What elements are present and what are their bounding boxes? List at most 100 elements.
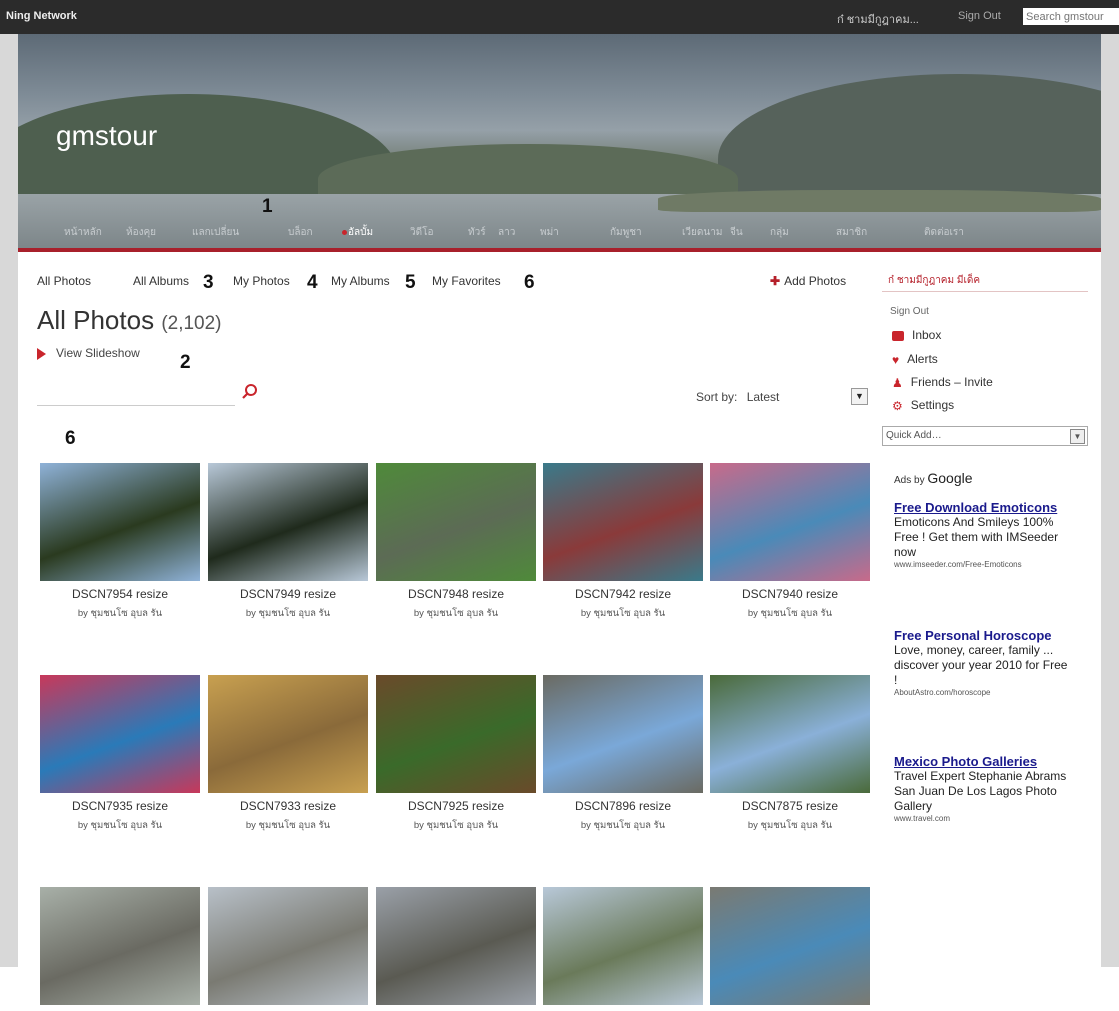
top-search-input[interactable] <box>1023 8 1119 25</box>
chevron-down-icon[interactable]: ▼ <box>1070 429 1085 444</box>
view-slideshow-label: View Slideshow <box>56 346 140 360</box>
add-photos-button[interactable]: ✚ Add Photos <box>770 274 846 288</box>
sidebar-sign-out-link[interactable]: Sign Out <box>890 306 929 317</box>
photo-thumbnail[interactable] <box>710 675 870 793</box>
ad-url[interactable]: www.travel.com <box>894 814 1074 823</box>
photo-title[interactable]: DSCN7948 resize <box>376 587 536 601</box>
photo-card[interactable]: DSCN7925 resize by ชุมชนโซ อุบล รัน <box>376 675 536 833</box>
nav-item[interactable]: บล็อก <box>288 225 313 240</box>
photo-thumbnail[interactable] <box>543 887 703 1005</box>
annotation-number: 6 <box>65 428 76 449</box>
nav-item[interactable]: สมาชิก <box>836 225 867 240</box>
photo-title[interactable]: DSCN7954 resize <box>40 587 200 601</box>
photo-title[interactable]: DSCN7896 resize <box>543 799 703 813</box>
photo-title[interactable]: DSCN7942 resize <box>543 587 703 601</box>
photo-thumbnail[interactable] <box>543 463 703 581</box>
photo-thumbnail[interactable] <box>40 887 200 1005</box>
photo-thumbnail[interactable] <box>543 675 703 793</box>
photo-card[interactable]: DSCN7948 resize by ชุมชนโซ อุบล รัน <box>376 463 536 621</box>
photo-author[interactable]: by ชุมชนโซ อุบล รัน <box>40 818 200 833</box>
tab-my-photos[interactable]: My Photos <box>233 274 290 288</box>
photo-author[interactable]: by ชุมชนโซ อุบล รัน <box>710 606 870 621</box>
photo-title[interactable]: DSCN7949 resize <box>208 587 368 601</box>
ad-url[interactable]: www.imseeder.com/Free-Emoticons <box>894 560 1074 569</box>
photo-thumbnail[interactable] <box>208 463 368 581</box>
quick-add-select[interactable]: Quick Add… ▼ <box>882 426 1088 446</box>
photo-author[interactable]: by ชุมชนโซ อุบล รัน <box>376 818 536 833</box>
photo-card[interactable]: DSCN7933 resize by ชุมชนโซ อุบล รัน <box>208 675 368 833</box>
search-icon[interactable] <box>241 383 259 401</box>
photo-author[interactable]: by ชุมชนโซ อุบล รัน <box>710 818 870 833</box>
photo-card[interactable]: DSCN7954 resize by ชุมชนโซ อุบล รัน <box>40 463 200 621</box>
photo-title[interactable]: DSCN7940 resize <box>710 587 870 601</box>
nav-item[interactable]: วิดีโอ <box>410 225 434 240</box>
photo-card[interactable] <box>40 887 200 1011</box>
ad-item[interactable]: Free Download Emoticons Emoticons And Sm… <box>894 500 1074 569</box>
photo-thumbnail[interactable] <box>376 675 536 793</box>
sidebar-item-inbox[interactable]: Inbox <box>892 328 941 342</box>
nav-item[interactable]: กัมพูชา <box>610 225 642 240</box>
photo-thumbnail[interactable] <box>710 463 870 581</box>
nav-item[interactable]: แลกเปลี่ยน <box>192 225 239 240</box>
tab-my-favorites[interactable]: My Favorites <box>432 274 501 288</box>
photo-thumbnail[interactable] <box>40 675 200 793</box>
photo-author[interactable]: by ชุมชนโซ อุบล รัน <box>208 818 368 833</box>
photo-author[interactable]: by ชุมชนโซ อุบล รัน <box>376 606 536 621</box>
nav-item[interactable]: ทัวร์ <box>468 225 486 240</box>
ad-title[interactable]: Free Download Emoticons <box>894 500 1074 515</box>
photo-card[interactable]: DSCN7940 resize by ชุมชนโซ อุบล รัน <box>710 463 870 621</box>
ad-url[interactable]: AboutAstro.com/horoscope <box>894 688 1074 697</box>
photo-thumbnail[interactable] <box>40 463 200 581</box>
photo-card[interactable] <box>376 887 536 1011</box>
tab-my-albums[interactable]: My Albums <box>331 274 390 288</box>
sort-by[interactable]: Sort by: Latest <box>696 390 779 404</box>
ad-item[interactable]: Mexico Photo Galleries Travel Expert Ste… <box>894 754 1074 823</box>
ad-title[interactable]: Free Personal Horoscope <box>894 628 1074 643</box>
photo-card[interactable]: DSCN7942 resize by ชุมชนโซ อุบล รัน <box>543 463 703 621</box>
photo-card[interactable]: DSCN7935 resize by ชุมชนโซ อุบล รัน <box>40 675 200 833</box>
photo-card[interactable] <box>208 887 368 1011</box>
view-slideshow-link[interactable]: View Slideshow <box>37 346 140 360</box>
photo-thumbnail[interactable] <box>376 887 536 1005</box>
nav-item[interactable]: หน้าหลัก <box>64 225 102 240</box>
sidebar-item-alerts[interactable]: ♥ Alerts <box>892 352 938 367</box>
site-title[interactable]: gmstour <box>56 120 157 152</box>
nav-item[interactable]: เวียดนาม <box>682 225 722 240</box>
photo-thumbnail[interactable] <box>710 887 870 1005</box>
photo-card[interactable] <box>543 887 703 1011</box>
photo-card[interactable] <box>710 887 870 1011</box>
nav-item[interactable]: ลาว <box>498 225 515 240</box>
ad-title[interactable]: Mexico Photo Galleries <box>894 754 1074 769</box>
photo-author[interactable]: by ชุมชนโซ อุบล รัน <box>40 606 200 621</box>
tab-all-albums[interactable]: All Albums <box>133 274 189 288</box>
ad-item[interactable]: Free Personal Horoscope Love, money, car… <box>894 628 1074 697</box>
tab-all-photos[interactable]: All Photos <box>37 274 91 288</box>
photo-title[interactable]: DSCN7875 resize <box>710 799 870 813</box>
nav-item[interactable]: จีน <box>730 225 743 240</box>
sidebar-item-friends[interactable]: ♟ Friends – Invite <box>892 375 993 390</box>
nav-item[interactable]: พม่า <box>540 225 559 240</box>
user-name-link[interactable]: ก๋ ชามมีกูฎาคม... <box>837 10 919 28</box>
nav-item[interactable]: กลุ่ม <box>770 225 789 240</box>
top-sign-out-link[interactable]: Sign Out <box>958 10 1001 22</box>
photo-thumbnail[interactable] <box>208 887 368 1005</box>
nav-item[interactable]: ห้องคุย <box>126 225 156 240</box>
photo-author[interactable]: by ชุมชนโซ อุบล รัน <box>543 606 703 621</box>
photo-card[interactable]: DSCN7875 resize by ชุมชนโซ อุบล รัน <box>710 675 870 833</box>
nav-item[interactable]: ติดต่อเรา <box>924 225 964 240</box>
photo-author[interactable]: by ชุมชนโซ อุบล รัน <box>543 818 703 833</box>
photo-title[interactable]: DSCN7935 resize <box>40 799 200 813</box>
network-link[interactable]: Ning Network <box>6 10 77 22</box>
photo-thumbnail[interactable] <box>376 463 536 581</box>
photo-card[interactable]: DSCN7949 resize by ชุมชนโซ อุบล รัน <box>208 463 368 621</box>
photo-thumbnail[interactable] <box>208 675 368 793</box>
photo-title[interactable]: DSCN7925 resize <box>376 799 536 813</box>
sidebar-item-settings[interactable]: ⚙ Settings <box>892 398 954 413</box>
chevron-down-icon[interactable]: ▼ <box>851 388 868 405</box>
photo-title[interactable]: DSCN7933 resize <box>208 799 368 813</box>
photo-card[interactable]: DSCN7896 resize by ชุมชนโซ อุบล รัน <box>543 675 703 833</box>
sidebar-user-name[interactable]: ก๋ ชามมีกูฎาคม มีเด็ค <box>882 270 1088 292</box>
photo-author[interactable]: by ชุมชนโซ อุบล รัน <box>208 606 368 621</box>
photo-search-input[interactable] <box>37 386 235 406</box>
nav-item[interactable]: อัลบั้ม <box>348 225 373 240</box>
